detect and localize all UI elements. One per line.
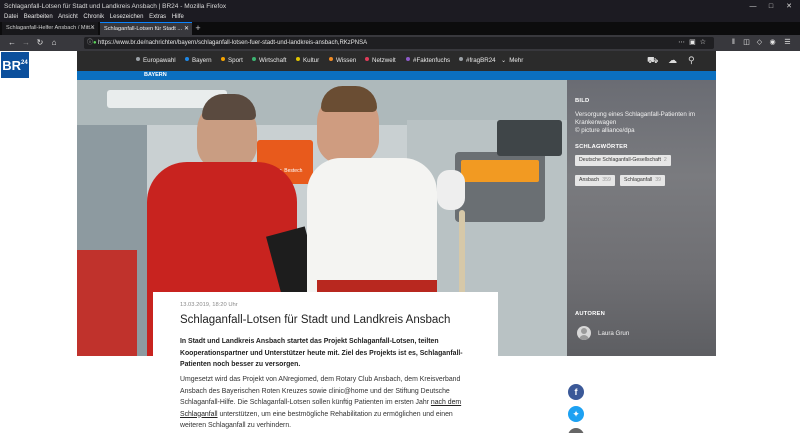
reload-icon[interactable]: ↻	[34, 37, 46, 49]
menu-datei[interactable]: Datei	[4, 14, 18, 20]
dot-icon	[252, 57, 256, 61]
nav-netzwelt[interactable]: Netzwelt	[365, 51, 396, 71]
nav-kultur[interactable]: Kultur	[296, 51, 319, 71]
bookmark-star-icon[interactable]: ☆	[700, 39, 710, 46]
menu-bar: Datei Bearbeiten Ansicht Chronik Lesezei…	[0, 13, 800, 22]
search-icon[interactable]: ⚲	[688, 55, 695, 66]
defibrillator-case	[497, 120, 562, 156]
medic-right-hair	[321, 86, 377, 112]
dot-icon	[296, 57, 300, 61]
article-lead: In Stadt und Landkreis Ansbach startet d…	[180, 338, 463, 368]
tag-deutsche-schlaganfall-gesellschaft[interactable]: Deutsche Schlaganfall-Gesellschaft 2	[575, 155, 671, 166]
article-date: 13.03.2019, 18:20 Uhr	[180, 302, 238, 308]
tag-ansbach[interactable]: Ansbach 359	[575, 175, 615, 186]
nav-wirtschaft[interactable]: Wirtschaft	[252, 51, 287, 71]
author-name[interactable]: Laura Grun	[598, 330, 733, 338]
back-icon[interactable]: ←	[6, 37, 18, 49]
chevron-down-icon: ⌄	[501, 57, 507, 64]
url-bar[interactable]: ⓘ ● https://www.br.de/nachrichten/bayern…	[84, 37, 714, 49]
close-window-icon[interactable]: ✕	[780, 0, 798, 13]
dot-icon	[329, 57, 333, 61]
nav-europawahl[interactable]: Europawahl	[136, 51, 176, 71]
white-glove	[437, 170, 465, 210]
menu-hilfe[interactable]: Hilfe	[172, 14, 184, 20]
dot-icon	[365, 57, 369, 61]
shield-icon[interactable]: ◇	[754, 37, 765, 49]
forward-icon[interactable]: →	[20, 37, 32, 49]
more-actions-icon[interactable]: ⋯	[678, 39, 689, 46]
image-caption: Versorgung eines Schlaganfall-Patienten …	[575, 111, 696, 126]
menu-extras[interactable]: Extras	[149, 14, 166, 20]
hamburger-menu-icon[interactable]: ☰	[782, 37, 793, 49]
page-actions: ⋯▣☆	[678, 37, 710, 49]
menu-chronik[interactable]: Chronik	[83, 14, 104, 20]
dot-icon	[406, 57, 410, 61]
nav-bayern[interactable]: Bayern	[185, 51, 212, 71]
twitter-share-icon[interactable]: ✦	[568, 406, 584, 422]
sidebar-icon[interactable]: ◫	[741, 37, 752, 49]
library-icon[interactable]: ‖	[728, 37, 739, 49]
article-sidebar: BILD Versorgung eines Schlaganfall-Patie…	[567, 80, 716, 356]
red-bag	[77, 250, 137, 356]
tab-schlaganfall-lotsen[interactable]: Schlaganfall-Lotsen für Stadt ... ✕	[100, 22, 192, 35]
monitor-display	[461, 160, 539, 182]
avatar[interactable]	[577, 326, 591, 340]
medic-left-hair	[202, 94, 256, 120]
tags-heading: SCHLAGWÖRTER	[575, 144, 628, 150]
site-navigation: Europawahl Bayern Sport Wirtschaft Kultu…	[77, 51, 716, 71]
tab-label: Schlaganfall-Lotsen für Stadt ...	[104, 26, 183, 32]
tab-label: Schlaganfall-Helfer Ansbach / Mitt...	[6, 25, 95, 31]
br24-logo[interactable]: BR24	[1, 52, 29, 78]
minimize-icon[interactable]: —	[744, 0, 762, 13]
dot-icon	[136, 57, 140, 61]
menu-lesezeichen[interactable]: Lesezeichen	[110, 14, 144, 20]
dot-icon	[459, 57, 463, 61]
dot-icon	[185, 57, 189, 61]
bild-heading: BILD	[575, 98, 590, 104]
lock-icon[interactable]: ●	[93, 37, 97, 49]
weather-icon[interactable]: ☁	[668, 55, 677, 66]
nav-sport[interactable]: Sport	[221, 51, 243, 71]
home-icon[interactable]: ⌂	[48, 37, 60, 49]
authors-heading: AUTOREN	[575, 311, 605, 317]
url-text: https://www.br.de/nachrichten/bayern/sch…	[98, 40, 368, 46]
nav-mehr[interactable]: ⌄ Mehr	[501, 51, 523, 71]
menu-bearbeiten[interactable]: Bearbeiten	[24, 14, 53, 20]
extension-icon[interactable]: ◉	[767, 37, 778, 49]
traffic-icon[interactable]: ⛟	[647, 55, 658, 67]
tag-schlaganfall[interactable]: Schlaganfall 39	[620, 175, 666, 186]
dot-icon	[221, 57, 225, 61]
nav-wissen[interactable]: Wissen	[329, 51, 356, 71]
image-credit: © picture alliance/dpa	[575, 127, 635, 134]
article-headline: Schlaganfall-Lotsen für Stadt und Landkr…	[180, 314, 451, 326]
nav-faktenfuchs[interactable]: #Faktenfuchs	[406, 51, 450, 71]
new-tab-icon[interactable]: +	[192, 22, 204, 35]
close-tab-icon[interactable]: ✕	[184, 23, 189, 35]
nav-fragbr24[interactable]: #fragBR24	[459, 51, 496, 71]
region-subnav: BAYERN	[77, 71, 716, 80]
maximize-icon[interactable]: □	[762, 0, 780, 13]
email-share-icon[interactable]: ✉	[568, 428, 584, 433]
page-viewport: Europawahl Bayern Sport Wirtschaft Kultu…	[0, 51, 800, 433]
region-label[interactable]: BAYERN	[144, 71, 167, 80]
tab-schlaganfall-helfer[interactable]: Schlaganfall-Helfer Ansbach / Mitt... ✕	[2, 22, 98, 35]
window-title: Schlaganfall-Lotsen für Stadt und Landkr…	[4, 3, 227, 10]
facebook-share-icon[interactable]: f	[568, 384, 584, 400]
tab-bar: Schlaganfall-Helfer Ansbach / Mitt... ✕ …	[0, 22, 800, 35]
menu-ansicht[interactable]: Ansicht	[58, 14, 78, 20]
pocket-icon[interactable]: ▣	[689, 39, 700, 46]
navigation-toolbar: ← → ↻ ⌂ ⓘ ● https://www.br.de/nachrichte…	[0, 35, 800, 51]
close-tab-icon[interactable]: ✕	[90, 22, 95, 35]
article-body: Umgesetzt wird das Projekt von ANregiome…	[180, 376, 462, 429]
window-titlebar: Schlaganfall-Lotsen für Stadt und Landkr…	[0, 0, 800, 13]
